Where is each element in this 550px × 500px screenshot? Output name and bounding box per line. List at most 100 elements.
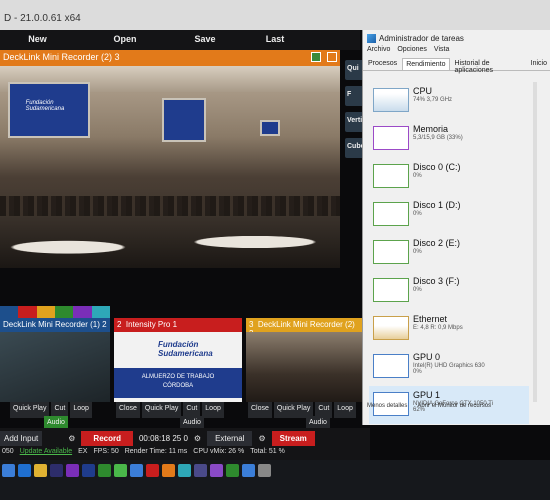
resource-name: Disco 3 (F:) (413, 276, 460, 286)
input-2-close-button[interactable]: Close (116, 402, 140, 418)
task-manager-title-bar[interactable]: Administrador de tareas (363, 30, 550, 46)
word-icon[interactable] (82, 464, 95, 477)
preview-header: DeckLink Mini Recorder (2) 3 (0, 50, 340, 66)
resource-name: CPU (413, 86, 433, 96)
status-ex: EX (78, 448, 88, 455)
preview-color-icon[interactable] (311, 52, 322, 62)
disk-graph (373, 202, 409, 226)
input-3[interactable]: 3 DeckLink Mini Recorder (2) 3 (246, 318, 364, 402)
input-3-close-button[interactable]: Close (248, 402, 272, 418)
disk-graph (373, 278, 409, 302)
input-1[interactable]: DeckLink Mini Recorder (1) 2 (0, 318, 110, 402)
stream-button[interactable]: Stream (271, 430, 315, 446)
resource-name: Memoria (413, 124, 449, 134)
update-available-link[interactable]: Update Available (20, 448, 72, 460)
resource-name: Disco 0 (C:) (413, 162, 461, 172)
external-button[interactable]: External (207, 430, 253, 446)
task-manager-window[interactable]: Administrador de tareas Archivo Opciones… (362, 30, 550, 425)
search-icon[interactable] (2, 464, 15, 477)
preview-settings-icon[interactable] (327, 52, 337, 62)
version: 050 (2, 448, 14, 455)
aftereffects-icon[interactable] (66, 464, 79, 477)
gpu-graph (373, 354, 409, 378)
resource-detail: 0% (413, 211, 422, 217)
resource-monitor-link[interactable]: Abrir el Monitor de recursos (417, 403, 491, 415)
input-2-logo: Fundación Sudamericana (158, 340, 213, 358)
excel-icon[interactable] (98, 464, 111, 477)
resource-disk-3[interactable]: Disco 3 (F:) 0% (369, 272, 529, 310)
memory-graph (373, 126, 409, 150)
tab-historial[interactable]: Historial de aplicaciones (452, 58, 526, 74)
scrollbar[interactable] (533, 82, 537, 402)
input-2-thumbnail: Fundación Sudamericana ALMUERZO DE TRABA… (114, 332, 242, 402)
projection-screen-right (260, 120, 280, 136)
menu-save[interactable]: Save (175, 30, 235, 50)
app-icon-8[interactable] (242, 464, 255, 477)
projection-screen-left: Fundación Sudamericana (8, 82, 90, 138)
record-timecode: 00:08:18 25 0 (138, 433, 188, 443)
input-3-loop-button[interactable]: Loop (334, 402, 356, 418)
resource-name: Disco 1 (D:) (413, 200, 461, 210)
input-3-number: 3 (249, 320, 254, 329)
menu-vista[interactable]: Vista (434, 46, 449, 58)
resource-cpu[interactable]: CPU 74% 3,79 GHz (369, 82, 529, 120)
input-1-loop-button[interactable]: Loop (70, 402, 92, 418)
input-2[interactable]: 2 Intensity Pro 1 Fundación Sudamericana… (114, 318, 242, 402)
input-1-title: DeckLink Mini Recorder (1) 2 (0, 318, 110, 332)
tab-inicio[interactable]: Inicio (528, 58, 550, 70)
fewer-details-link[interactable]: Menos detalles (367, 403, 407, 415)
menu-opciones[interactable]: Opciones (397, 46, 427, 58)
chrome-icon[interactable] (114, 464, 127, 477)
resource-ethernet[interactable]: Ethernet E: 4,8 R: 0,9 Mbps (369, 310, 529, 348)
bottom-bar: Add Input ⚙ Record 00:08:18 25 0 ⚙ Exter… (0, 428, 370, 448)
app-icon-7[interactable] (226, 464, 239, 477)
record-button[interactable]: Record (81, 430, 133, 446)
menu-open[interactable]: Open (75, 30, 175, 50)
resource-detail: 0% (413, 249, 422, 255)
menu-archivo[interactable]: Archivo (367, 46, 390, 58)
app-title: D - 21.0.0.61 x64 (4, 13, 81, 24)
resource-name: GPU 0 (413, 352, 441, 362)
input-2-quickplay-button[interactable]: Quick Play (141, 402, 182, 418)
preview-title: DeckLink Mini Recorder (2) 3 (3, 52, 120, 62)
resource-disk-0[interactable]: Disco 0 (C:) 0% (369, 158, 529, 196)
gear-icon[interactable]: ⚙ (68, 434, 75, 443)
resource-detail: 0% (413, 287, 422, 293)
input-1-thumbnail (0, 332, 110, 402)
app-icon-2[interactable] (146, 464, 159, 477)
resource-detail: Intel(R) UHD Graphics 630 0% (413, 363, 485, 375)
input-3-title: 3 DeckLink Mini Recorder (2) 3 (246, 318, 364, 338)
resource-memory[interactable]: Memoria 5,3/15,9 GB (33%) (369, 120, 529, 158)
menu-new[interactable]: New (0, 30, 75, 50)
task-manager-icon (367, 34, 376, 43)
external-gear-icon[interactable]: ⚙ (194, 434, 201, 443)
resource-disk-1[interactable]: Disco 1 (D:) 0% (369, 196, 529, 234)
preview-video[interactable]: Fundación Sudamericana (0, 66, 340, 268)
status-bar: 050 Update Available EX FPS: 50 Render T… (0, 448, 370, 460)
tab-rendimiento[interactable]: Rendimiento (402, 58, 450, 70)
resource-detail: 0% (413, 173, 422, 179)
resource-disk-2[interactable]: Disco 2 (E:) 0% (369, 234, 529, 272)
ethernet-graph (373, 316, 409, 340)
app-icon-9[interactable] (258, 464, 271, 477)
premiere-icon[interactable] (50, 464, 63, 477)
main-menu: New Open Save Last (0, 30, 360, 50)
app-icon-3[interactable] (162, 464, 175, 477)
app-icon-1[interactable] (130, 464, 143, 477)
resource-gpu-0[interactable]: GPU 0 Intel(R) UHD Graphics 630 0% (369, 348, 529, 386)
app-icon-5[interactable] (194, 464, 207, 477)
input-2-loop-button[interactable]: Loop (202, 402, 224, 418)
projection-screen-center (162, 98, 206, 142)
file-explorer-icon[interactable] (34, 464, 47, 477)
status-total: Total: 51 % (250, 448, 285, 455)
edge-icon[interactable] (18, 464, 31, 477)
add-input-button[interactable]: Add Input (0, 430, 43, 446)
app-icon-6[interactable] (210, 464, 223, 477)
stream-gear-icon[interactable]: ⚙ (258, 434, 265, 443)
input-2-title: 2 Intensity Pro 1 (114, 318, 242, 332)
app-icon-4[interactable] (178, 464, 191, 477)
tab-procesos[interactable]: Procesos (365, 58, 400, 70)
tables (0, 216, 340, 268)
menu-last[interactable]: Last (235, 30, 315, 50)
task-manager-title: Administrador de tareas (379, 34, 464, 43)
